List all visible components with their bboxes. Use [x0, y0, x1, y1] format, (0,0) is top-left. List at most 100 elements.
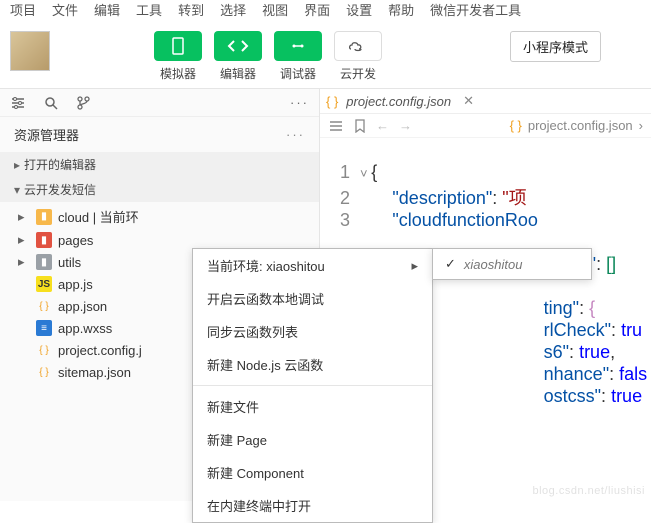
- explorer-title-text: 资源管理器: [14, 125, 79, 144]
- tree-label: utils: [58, 255, 81, 270]
- menu-item[interactable]: 视图: [262, 0, 288, 19]
- menu-item[interactable]: 帮助: [388, 0, 414, 19]
- section-label: 云开发发短信: [24, 181, 96, 198]
- cm-item[interactable]: 新建 Node.js 云函数: [193, 348, 432, 381]
- menu-item[interactable]: 选择: [220, 0, 246, 19]
- tree-label: pages: [58, 233, 93, 248]
- tree-label: app.wxss: [58, 321, 112, 336]
- section-open-editors[interactable]: ▸ 打开的编辑器: [0, 152, 319, 177]
- nav-fwd-icon[interactable]: →: [399, 118, 412, 133]
- explorer-more-icon[interactable]: ···: [286, 127, 305, 142]
- menu-item[interactable]: 工具: [136, 0, 162, 19]
- tabbar: { } project.config.json ✕: [320, 89, 651, 114]
- bug-icon: [289, 39, 307, 53]
- submenu: ✓ xiaoshitou: [432, 248, 592, 280]
- debugger-button[interactable]: [274, 31, 322, 61]
- menu-item[interactable]: 界面: [304, 0, 330, 19]
- menu-item[interactable]: 项目: [10, 0, 36, 19]
- code-bool: true: [579, 342, 610, 362]
- json-icon: { }: [326, 94, 338, 109]
- json-icon: { }: [36, 298, 52, 314]
- chevron-right-icon: ▸: [10, 158, 24, 172]
- breadcrumb-file[interactable]: project.config.json: [528, 118, 633, 133]
- cloud-label: 云开发: [340, 65, 376, 82]
- toolbar: 模拟器 编辑器 调试器 云开发 小程序模式: [0, 25, 651, 88]
- cm-item[interactable]: 开启云函数本地调试: [193, 282, 432, 315]
- cm-item[interactable]: 新建 Page: [193, 423, 432, 456]
- tree-label: app.js: [58, 277, 93, 292]
- json-icon: { }: [36, 364, 52, 380]
- code-key: "cloudfunctionRoo: [392, 210, 538, 230]
- section-cloud[interactable]: ▾ 云开发发短信: [0, 177, 319, 202]
- list-icon[interactable]: [328, 120, 344, 132]
- js-icon: JS: [36, 276, 52, 292]
- menu-item[interactable]: 转到: [178, 0, 204, 19]
- breadcrumbs: ← → { } project.config.json ›: [320, 114, 651, 138]
- cm-item[interactable]: 新建文件: [193, 390, 432, 423]
- json-icon: { }: [36, 342, 52, 358]
- avatar[interactable]: [10, 31, 50, 71]
- wxss-icon: ≡: [36, 320, 52, 336]
- cloud-button[interactable]: [334, 31, 382, 61]
- menu-item[interactable]: 文件: [52, 0, 78, 19]
- submenu-item[interactable]: ✓ xiaoshitou: [433, 249, 591, 279]
- tree-label: sitemap.json: [58, 365, 131, 380]
- explorer-title: 资源管理器 ···: [0, 117, 319, 152]
- cm-current-env[interactable]: 当前环境: xiaoshitou ▸: [193, 249, 432, 282]
- code-brace: {: [371, 162, 377, 182]
- code-key: ostcss": [544, 386, 601, 406]
- mode-select[interactable]: 小程序模式: [510, 31, 601, 62]
- tree-label: app.json: [58, 299, 107, 314]
- editor-button[interactable]: [214, 31, 262, 61]
- chevron-right-icon: ›: [639, 118, 643, 133]
- folder-icon: ▮: [36, 232, 52, 248]
- section-label: 打开的编辑器: [24, 156, 96, 173]
- branch-icon[interactable]: [76, 96, 90, 110]
- simulator-button[interactable]: [154, 31, 202, 61]
- tab-filename[interactable]: project.config.json: [346, 94, 451, 109]
- chevron-right-icon: ▸: [411, 258, 418, 274]
- folder-icon: ▮: [36, 209, 52, 225]
- cm-item[interactable]: 同步云函数列表: [193, 315, 432, 348]
- close-icon[interactable]: ✕: [463, 93, 474, 109]
- json-icon: { }: [510, 118, 522, 133]
- code-key: nhance": [544, 364, 609, 384]
- tree-folder-cloud[interactable]: ▸▮cloud | 当前环: [0, 204, 319, 229]
- cm-label: 当前环境: xiaoshitou: [207, 256, 325, 275]
- menu-item[interactable]: 编辑: [94, 0, 120, 19]
- submenu-label: xiaoshitou: [464, 257, 523, 272]
- code-bool: fals: [619, 364, 647, 384]
- simulator-label: 模拟器: [160, 65, 196, 82]
- code-key: s6": [544, 342, 569, 362]
- separator: [193, 385, 432, 386]
- folder-icon: ▮: [36, 254, 52, 270]
- tree-label: project.config.j: [58, 343, 142, 358]
- chevron-down-icon: ▾: [10, 183, 24, 197]
- code-key: rlCheck": [544, 320, 611, 340]
- nav-back-icon[interactable]: ←: [376, 118, 389, 133]
- context-menu: 当前环境: xiaoshitou ▸ 开启云函数本地调试 同步云函数列表 新建 …: [192, 248, 433, 523]
- settings-icon[interactable]: [10, 96, 26, 110]
- bookmark-icon[interactable]: [354, 119, 366, 133]
- sidebar-iconbar: ···: [0, 89, 319, 117]
- more-icon[interactable]: ···: [290, 95, 309, 110]
- tree-label: cloud | 当前环: [58, 207, 139, 226]
- code-key: "description": [392, 188, 492, 208]
- cloud-icon: [347, 39, 369, 53]
- code-key: ting": [544, 298, 579, 318]
- editor-label: 编辑器: [220, 65, 256, 82]
- search-icon[interactable]: [44, 96, 58, 110]
- code-bool: tru: [621, 320, 642, 340]
- menu-item[interactable]: 设置: [346, 0, 372, 19]
- code-str: "项: [502, 188, 526, 208]
- debugger-label: 调试器: [280, 65, 316, 82]
- cm-item[interactable]: 新建 Component: [193, 456, 432, 489]
- phone-icon: [171, 37, 185, 55]
- code-bool: true: [611, 386, 642, 406]
- check-icon: ✓: [445, 256, 456, 272]
- menubar: 项目 文件 编辑 工具 转到 选择 视图 界面 设置 帮助 微信开发者工具: [0, 0, 651, 25]
- code-icon: [227, 39, 249, 53]
- watermark: blog.csdn.net/liushisi: [532, 485, 645, 497]
- menu-item[interactable]: 微信开发者工具: [430, 0, 521, 19]
- cm-item[interactable]: 在内建终端中打开: [193, 489, 432, 522]
